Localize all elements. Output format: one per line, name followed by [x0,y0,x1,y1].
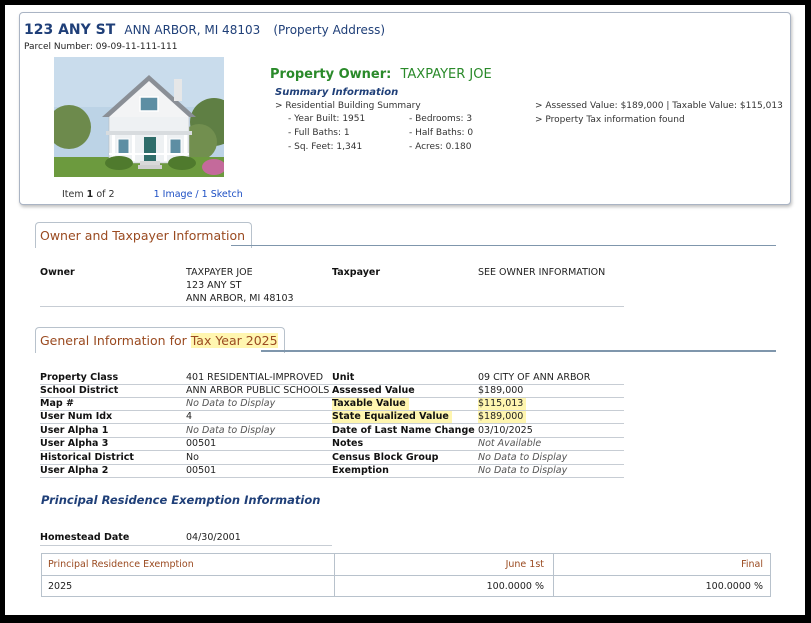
general-value: 401 RESIDENTIAL-IMPROVED [186,372,324,383]
summary-tax-info: > Property Tax information found [535,115,685,125]
general-label: State Equalized Value [332,411,452,423]
general-label: Unit [332,372,355,383]
general-value: 00501 [186,438,217,449]
address-street: 123 ANY ST [24,22,116,38]
property-header-card: 123 ANY ST ANN ARBOR, MI 48103 (Property… [19,12,791,205]
pre-year: 2025 [48,581,73,592]
summary-title: Summary Information [275,87,399,98]
row-divider [40,545,332,546]
summary-year-built: - Year Built: 1951 [288,114,366,124]
pre-col-header: Principal Residence Exemption [48,559,194,570]
owner-line-2: 123 ANY ST [186,280,242,291]
general-label: School District [40,385,119,396]
general-value: $189,000 [478,411,527,423]
summary-assessed: > Assessed Value: $189,000 | Taxable Val… [535,101,783,111]
gallery-item-of: of 2 [96,189,115,200]
general-label: User Alpha 1 [40,425,109,436]
parcel-number: Parcel Number: 09-09-11-111-111 [24,42,178,52]
tab-owner-taxpayer[interactable]: Owner and Taxpayer Information [35,222,253,248]
summary-building: > Residential Building Summary [275,101,421,111]
general-value: ANN ARBOR PUBLIC SCHOOLS [186,385,330,396]
property-owner-label: Property Owner: [270,67,392,82]
general-value: 03/10/2025 [478,425,533,436]
page-frame: 123 ANY ST ANN ARBOR, MI 48103 (Property… [5,5,805,615]
row-divider [40,306,624,307]
address-city: ANN ARBOR, MI 48103 [124,23,261,37]
general-value: No Data to Display [478,465,568,476]
property-owner-heading: Property Owner: TAXPAYER JOE [270,63,492,82]
pre-section-title: Principal Residence Exemption Informatio… [41,493,321,507]
general-value: No Data to Display [186,398,276,409]
owner-line-1: TAXPAYER JOE [186,267,253,278]
general-value: 00501 [186,465,217,476]
general-value: No Data to Display [186,425,276,436]
summary-full-baths: - Full Baths: 1 [288,128,350,138]
pre-col-header: Final [741,559,763,570]
row-divider [40,477,624,478]
property-owner-name: TAXPAYER JOE [400,67,492,82]
general-label: Assessed Value [332,385,415,396]
house-image [54,57,224,177]
row-divider [40,450,624,451]
pre-table: Principal Residence Exemption June 1st F… [41,553,771,597]
tab-general-prefix: General Information for [40,333,191,348]
pre-june-value: 100.0000 % [486,581,544,592]
tab-tax-year: Tax Year 2025 [190,333,278,348]
summary-half-baths: - Half Baths: 0 [409,128,474,138]
pre-col-header: June 1st [505,559,544,570]
pre-final-value: 100.0000 % [705,581,763,592]
general-label: Census Block Group [332,452,439,463]
property-photo[interactable] [54,57,224,177]
general-value: No [186,452,199,463]
general-label: Map # [40,398,74,409]
general-label: User Num Idx [40,411,113,422]
gallery-caption: Item 1 of 2 1 Image / 1 Sketch [62,189,243,200]
general-value: $189,000 [478,385,524,396]
summary-acres: - Acres: 0.180 [409,142,472,152]
gallery-item-prefix: Item [62,189,84,200]
general-value: 4 [186,411,193,422]
address-label: (Property Address) [273,23,386,37]
general-label: Exemption [332,465,389,476]
taxpayer-value: SEE OWNER INFORMATION [478,267,606,278]
summary-bedrooms: - Bedrooms: 3 [409,114,473,124]
general-value: No Data to Display [478,452,568,463]
section-divider [261,350,776,352]
owner-label: Owner [40,267,75,278]
taxpayer-label: Taxpayer [332,267,381,278]
homestead-date-value: 04/30/2001 [186,532,241,543]
gallery-item-index: 1 [86,189,94,200]
row-divider [40,423,624,424]
general-label: Historical District [40,452,134,463]
general-label: Notes [332,438,364,449]
general-label: User Alpha 2 [40,465,109,476]
general-label: User Alpha 3 [40,438,109,449]
gallery-links[interactable]: 1 Image / 1 Sketch [154,189,243,200]
general-value: Not Available [478,438,542,449]
tab-general-information[interactable]: General Information for Tax Year 2025 [35,327,285,353]
section-divider [231,245,776,246]
row-divider [42,575,770,576]
general-label: Date of Last Name Change [332,425,475,436]
owner-line-3: ANN ARBOR, MI 48103 [186,293,294,304]
property-address: 123 ANY ST ANN ARBOR, MI 48103 (Property… [24,19,385,38]
general-value: $115,013 [478,398,527,410]
general-label: Property Class [40,372,119,383]
homestead-date-label: Homestead Date [40,532,130,543]
general-value: 09 CITY OF ANN ARBOR [478,372,591,383]
general-label: Taxable Value [332,398,409,410]
summary-sq-feet: - Sq. Feet: 1,341 [288,142,363,152]
